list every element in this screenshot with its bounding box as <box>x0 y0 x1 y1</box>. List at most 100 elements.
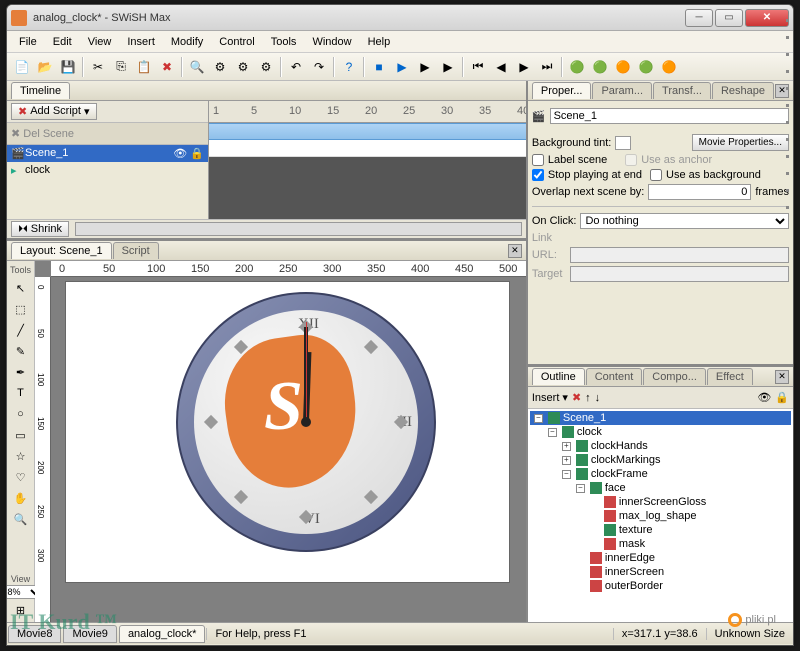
insert-menu[interactable]: Insert ▾ <box>532 391 568 404</box>
menu-modify[interactable]: Modify <box>163 33 211 51</box>
delete-icon[interactable]: ✖ <box>156 56 178 78</box>
cut-icon[interactable]: ✂ <box>87 56 109 78</box>
new-icon[interactable]: 📄 <box>11 56 33 78</box>
tree-item[interactable]: innerEdge <box>530 551 791 565</box>
tab-compo[interactable]: Compo... <box>643 368 706 385</box>
tab-effect[interactable]: Effect <box>707 368 753 385</box>
tree-item[interactable]: +clockHands <box>530 439 791 453</box>
canvas-area[interactable]: 050100150200250300350400450500 050100150… <box>35 261 526 622</box>
export2-icon[interactable]: 🟢 <box>589 56 611 78</box>
timeline-row-scene[interactable]: 🎬Scene_1👁 🔒 <box>7 145 208 162</box>
line-tool-icon[interactable]: ╱ <box>10 320 32 340</box>
menu-help[interactable]: Help <box>360 33 399 51</box>
tree-item[interactable]: −clockFrame <box>530 467 791 481</box>
outline-down-icon[interactable]: ↓ <box>595 392 601 404</box>
menu-view[interactable]: View <box>80 33 120 51</box>
minimize-button[interactable]: ─ <box>685 9 713 27</box>
tool3-icon[interactable]: ⚙ <box>255 56 277 78</box>
tab-outline[interactable]: Outline <box>532 368 585 385</box>
tab-content[interactable]: Content <box>586 368 643 385</box>
menu-file[interactable]: File <box>11 33 45 51</box>
tab-layout[interactable]: Layout: Scene_1 <box>11 242 112 259</box>
tree-item[interactable]: max_log_shape <box>530 509 791 523</box>
end-icon[interactable]: ⏭ <box>536 56 558 78</box>
stop-playing-check[interactable] <box>532 169 544 181</box>
tree-item[interactable]: innerScreenGloss <box>530 495 791 509</box>
star-tool-icon[interactable]: ☆ <box>10 446 32 466</box>
pen-tool-icon[interactable]: ✒ <box>10 362 32 382</box>
export4-icon[interactable]: 🟢 <box>635 56 657 78</box>
fwd-icon[interactable]: ▶ <box>513 56 535 78</box>
export1-icon[interactable]: 🟢 <box>566 56 588 78</box>
doc-tab-active[interactable]: analog_clock* <box>119 625 206 643</box>
canvas[interactable]: S XII VI III <box>65 281 510 583</box>
open-icon[interactable]: 📂 <box>34 56 56 78</box>
export3-icon[interactable]: 🟠 <box>612 56 634 78</box>
menu-insert[interactable]: Insert <box>119 33 163 51</box>
tree-item[interactable]: mask <box>530 537 791 551</box>
redo-icon[interactable]: ↷ <box>308 56 330 78</box>
tab-properties[interactable]: Proper... <box>532 82 592 99</box>
tree-item[interactable]: innerScreen <box>530 565 791 579</box>
play-scene-icon[interactable]: ▶ <box>414 56 436 78</box>
shrink-button[interactable]: ⏵⏴ Shrink <box>11 221 69 237</box>
timeline-ruler[interactable]: 1510152025303540 <box>209 101 526 219</box>
tree-item[interactable]: texture <box>530 523 791 537</box>
tool2-icon[interactable]: ⚙ <box>232 56 254 78</box>
use-bg-check[interactable] <box>650 169 662 181</box>
heart-tool-icon[interactable]: ♡ <box>10 467 32 487</box>
hand-tool-icon[interactable]: ✋ <box>10 488 32 508</box>
back-icon[interactable]: ◀ <box>490 56 512 78</box>
timeline-row-clock[interactable]: ▸clock <box>7 162 208 179</box>
find-icon[interactable]: 🔍 <box>186 56 208 78</box>
help-icon[interactable]: ? <box>338 56 360 78</box>
copy-icon[interactable]: ⎘ <box>110 56 132 78</box>
tree-item[interactable]: −face <box>530 481 791 495</box>
rect-tool-icon[interactable]: ▭ <box>10 425 32 445</box>
zoom-tool-icon[interactable]: 🔍 <box>10 509 32 529</box>
export5-icon[interactable]: 🟠 <box>658 56 680 78</box>
tab-script[interactable]: Script <box>113 242 159 259</box>
tab-timeline[interactable]: Timeline <box>11 82 70 99</box>
text-tool-icon[interactable]: T <box>10 383 32 403</box>
tree-item[interactable]: +clockMarkings <box>530 453 791 467</box>
undo-icon[interactable]: ↶ <box>285 56 307 78</box>
movie-props-button[interactable]: Movie Properties... <box>692 134 789 151</box>
tree-item[interactable]: −Scene_1 <box>530 411 791 425</box>
select-tool-icon[interactable]: ↖ <box>10 278 32 298</box>
menu-tools[interactable]: Tools <box>263 33 305 51</box>
menu-window[interactable]: Window <box>304 33 359 51</box>
maximize-button[interactable]: ▭ <box>715 9 743 27</box>
menu-control[interactable]: Control <box>211 33 262 51</box>
outline-up-icon[interactable]: ↑ <box>585 392 591 404</box>
tab-params[interactable]: Param... <box>592 82 652 99</box>
menu-edit[interactable]: Edit <box>45 33 80 51</box>
add-script-button[interactable]: ✖Add Script ▾ <box>11 103 97 120</box>
scene-name-input[interactable] <box>550 108 789 124</box>
play-effect-icon[interactable]: ▶ <box>437 56 459 78</box>
tree-item[interactable]: −clock <box>530 425 791 439</box>
clock-graphic[interactable]: S XII VI III <box>176 292 436 552</box>
tab-reshape[interactable]: Reshape <box>712 82 774 99</box>
stop-icon[interactable]: ■ <box>368 56 390 78</box>
timeline-scrollbar[interactable] <box>75 222 522 236</box>
rewind-icon[interactable]: ⏮ <box>467 56 489 78</box>
titlebar[interactable]: analog_clock* - SWiSH Max ─ ▭ ✕ <box>7 5 793 31</box>
paste-icon[interactable]: 📋 <box>133 56 155 78</box>
outline-tree[interactable]: −Scene_1−clock+clockHands+clockMarkings−… <box>528 409 793 622</box>
tab-transform[interactable]: Transf... <box>653 82 711 99</box>
ellipse-tool-icon[interactable]: ○ <box>10 404 32 424</box>
bgtint-swatch[interactable] <box>615 136 631 150</box>
play-icon[interactable]: ▶ <box>391 56 413 78</box>
tree-item[interactable]: outerBorder <box>530 579 791 593</box>
tool-icon[interactable]: ⚙ <box>209 56 231 78</box>
outline-eye-icon[interactable]: 👁 <box>757 391 771 404</box>
pencil-tool-icon[interactable]: ✎ <box>10 341 32 361</box>
onclick-select[interactable]: Do nothing <box>580 213 789 229</box>
del-scene-button[interactable]: ✖ Del Scene <box>11 127 74 140</box>
label-scene-check[interactable] <box>532 154 544 166</box>
save-icon[interactable]: 💾 <box>57 56 79 78</box>
panel-close-icon[interactable]: ✕ <box>508 244 522 258</box>
outline-delete-icon[interactable]: ✖ <box>572 391 581 404</box>
overlap-input[interactable] <box>648 184 751 200</box>
